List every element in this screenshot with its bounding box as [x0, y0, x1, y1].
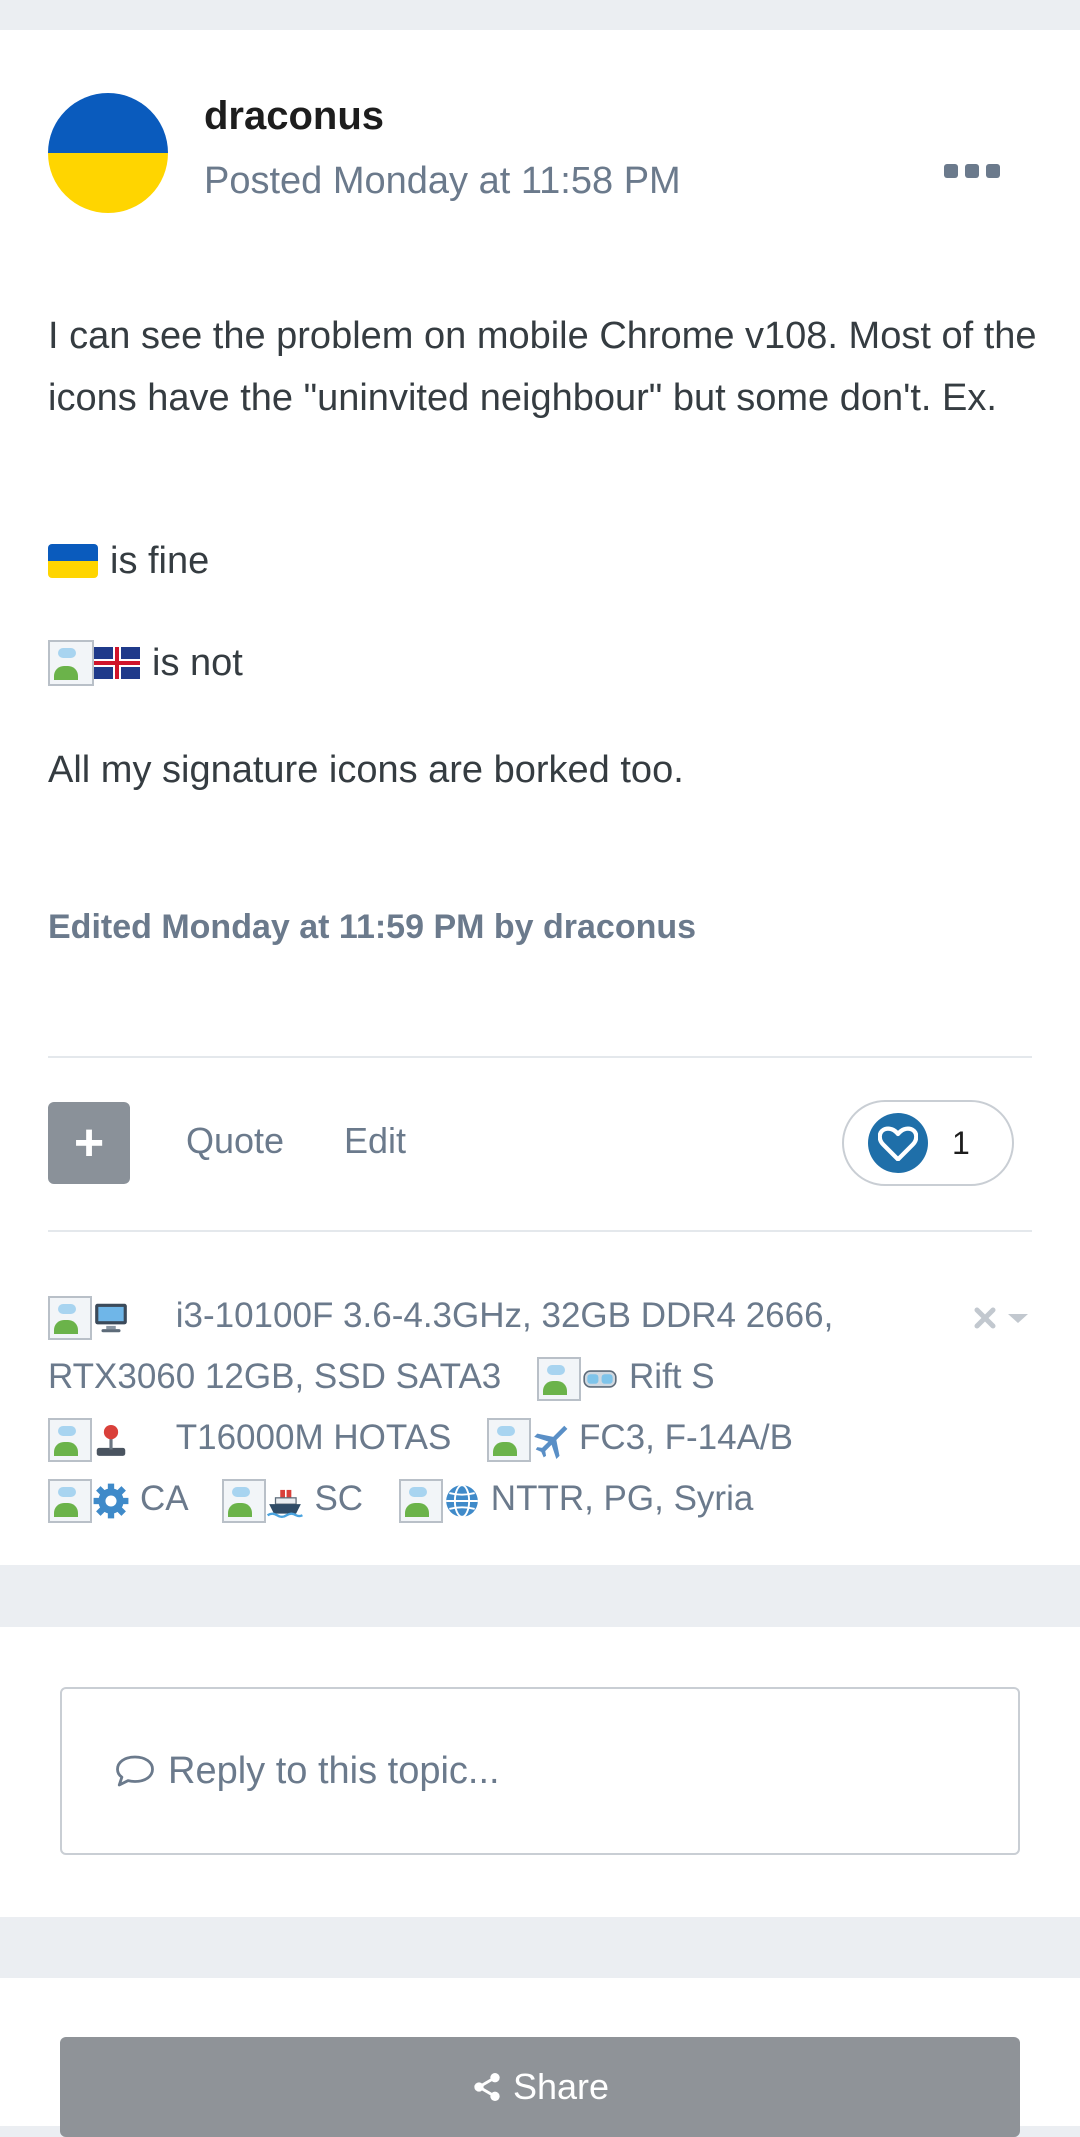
broken-image-icon: [48, 1417, 92, 1462]
signature-item: NTTR, PG, Syria: [398, 1478, 754, 1523]
share-card: Share: [0, 1978, 1080, 2137]
author-name[interactable]: draconus: [204, 94, 384, 139]
airplane-icon: [534, 1425, 568, 1459]
post-paragraph: is not: [48, 632, 1038, 694]
avatar[interactable]: [48, 93, 168, 213]
uk-flag-icon: [94, 647, 140, 679]
signature-text: Rift S: [629, 1357, 715, 1396]
more-options-icon[interactable]: [944, 164, 1000, 188]
divider: [48, 1056, 1032, 1058]
comment-icon: [116, 1755, 154, 1787]
signature-item: SC: [222, 1478, 372, 1523]
post-paragraph: I can see the problem on mobile Chrome v…: [48, 315, 1037, 419]
quote-button[interactable]: Quote: [186, 1120, 284, 1162]
reply-input[interactable]: Reply to this topic...: [60, 1687, 1020, 1855]
ukraine-flag-icon: [48, 544, 98, 578]
broken-image-icon: [487, 1417, 532, 1462]
broken-image-icon: [48, 1295, 92, 1340]
gear-icon: [93, 1483, 129, 1519]
signature-options-icon[interactable]: [972, 1303, 1034, 1333]
joystick-icon: [96, 1424, 126, 1456]
heart-icon: [868, 1113, 928, 1173]
reply-placeholder: Reply to this topic...: [168, 1749, 500, 1792]
multiquote-button[interactable]: +: [48, 1102, 130, 1184]
edit-button[interactable]: Edit: [344, 1120, 406, 1162]
edited-note: Edited Monday at 11:59 PM by draconus: [48, 908, 697, 946]
post-text: is not: [152, 642, 243, 684]
signature-text: SC: [314, 1479, 364, 1518]
reaction-button[interactable]: 1: [842, 1100, 1014, 1186]
signature-item: CA: [48, 1478, 196, 1523]
broken-image-icon: [537, 1356, 582, 1401]
share-icon: [474, 2073, 500, 2101]
broken-image-icon: [222, 1478, 267, 1523]
post-card: draconus Posted Monday at 11:58 PM I can…: [0, 30, 1080, 1565]
signature-text: NTTR, PG, Syria: [490, 1479, 754, 1518]
computer-icon: [95, 1303, 127, 1332]
signature-item: [48, 1417, 150, 1462]
reply-card: Reply to this topic...: [0, 1627, 1080, 1917]
reaction-count: 1: [952, 1124, 970, 1161]
vr-goggles-icon: [583, 1370, 617, 1388]
share-label: Share: [512, 2066, 610, 2107]
signature-text: i3-10100F 3.6-4.3GHz, 32GB DDR4 2666, RT…: [48, 1296, 834, 1396]
post-paragraph: is fine: [48, 530, 1038, 592]
signature-item: FC3, F-14A/B: [487, 1417, 793, 1462]
broken-image-icon: [48, 1478, 92, 1523]
broken-image-icon: [48, 640, 94, 686]
broken-image-icon: [398, 1478, 443, 1523]
signature-item: [48, 1295, 150, 1340]
globe-icon: [445, 1483, 478, 1518]
signature-text: FC3, F-14A/B: [579, 1418, 793, 1457]
post-text: is fine: [110, 540, 210, 582]
share-button[interactable]: Share: [60, 2037, 1020, 2137]
post-paragraph: All my signature icons are borked too.: [48, 749, 684, 791]
divider: [48, 1230, 1032, 1232]
ship-icon: [267, 1489, 304, 1518]
post-timestamp: Posted Monday at 11:58 PM: [204, 160, 681, 202]
signature-text: CA: [140, 1479, 187, 1518]
signature: i3-10100F 3.6-4.3GHz, 32GB DDR4 2666, RT…: [48, 1285, 978, 1529]
signature-item: Rift S: [537, 1356, 715, 1401]
signature-text: T16000M HOTAS: [175, 1418, 452, 1457]
